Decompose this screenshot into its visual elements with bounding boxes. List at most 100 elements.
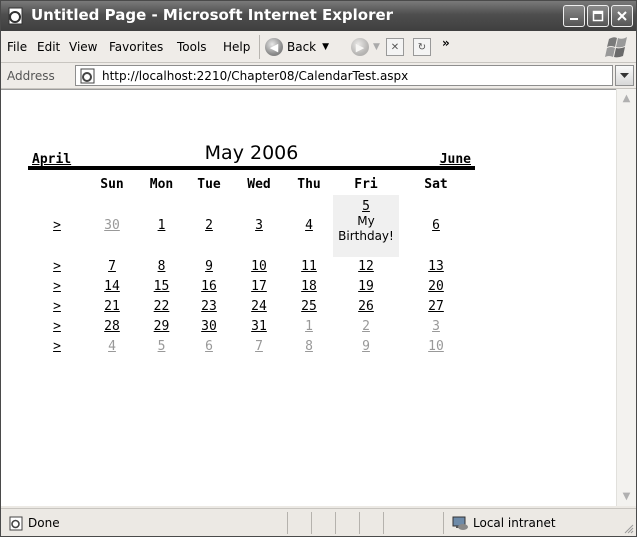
day-link[interactable]: 22 — [154, 299, 170, 314]
week-selector-cell: > — [28, 195, 86, 257]
toolbar-chevron-icon[interactable]: » — [442, 36, 450, 50]
back-button[interactable]: ◀ Back ▼ — [265, 37, 329, 57]
stop-button[interactable]: ✕ — [386, 37, 404, 57]
day-link[interactable]: 25 — [301, 299, 317, 314]
menu-help[interactable]: Help — [223, 40, 250, 54]
select-week-link[interactable]: > — [53, 339, 61, 354]
select-week-link[interactable]: > — [53, 279, 61, 294]
week-selector-cell: > — [28, 297, 86, 317]
day-link[interactable]: 1 — [158, 218, 166, 233]
forward-dropdown-icon[interactable]: ▼ — [373, 42, 380, 52]
day-link[interactable]: 8 — [305, 339, 313, 354]
minimize-button[interactable] — [563, 5, 585, 27]
day-link[interactable]: 6 — [432, 218, 440, 233]
week-row: >7 8 9 10 11 12 13 — [28, 257, 475, 277]
day-link[interactable]: 11 — [301, 259, 317, 274]
day-link[interactable]: 24 — [251, 299, 267, 314]
menu-favorites[interactable]: Favorites — [109, 40, 163, 54]
refresh-button[interactable]: ↻ — [413, 37, 431, 57]
day-link[interactable]: 5 — [158, 339, 166, 354]
day-cell: 1 — [285, 317, 333, 337]
day-cell: 3 — [233, 195, 285, 257]
week-selector-cell: > — [28, 277, 86, 297]
next-month-link[interactable]: June — [440, 152, 471, 167]
maximize-button[interactable] — [587, 5, 609, 27]
forward-button[interactable]: ▶ ▼ — [351, 37, 380, 57]
status-text: Done — [28, 516, 60, 530]
day-cell: 19 — [333, 277, 399, 297]
close-button[interactable] — [611, 5, 633, 27]
day-link[interactable]: 30 — [201, 319, 217, 334]
back-arrow-icon: ◀ — [265, 38, 283, 56]
windows-logo-icon — [605, 37, 627, 58]
day-link[interactable]: 30 — [104, 218, 120, 233]
status-divider — [443, 512, 444, 534]
select-week-link[interactable]: > — [53, 259, 61, 274]
day-cell: 5 My Birthday! — [333, 195, 399, 257]
menu-view[interactable]: View — [69, 40, 97, 54]
back-dropdown-icon[interactable]: ▼ — [322, 42, 329, 52]
day-header: Fri — [354, 177, 378, 192]
address-bar: Address http://localhost:2210/Chapter08/… — [1, 63, 636, 89]
day-link[interactable]: 28 — [104, 319, 120, 334]
address-dropdown-button[interactable] — [615, 65, 634, 86]
day-link[interactable]: 3 — [432, 319, 440, 334]
vertical-scrollbar[interactable]: ▲ ▼ — [616, 89, 636, 506]
day-cell: 14 — [86, 277, 138, 297]
day-link[interactable]: 6 — [205, 339, 213, 354]
day-cell: 3 — [399, 317, 473, 337]
day-link[interactable]: 10 — [251, 259, 267, 274]
day-link[interactable]: 3 — [255, 218, 263, 233]
day-cell: 15 — [138, 277, 185, 297]
day-link[interactable]: 21 — [104, 299, 120, 314]
day-link[interactable]: 15 — [154, 279, 170, 294]
day-cell: 4 — [86, 337, 138, 357]
day-link[interactable]: 4 — [305, 218, 313, 233]
toolbar-separator — [259, 35, 260, 59]
day-link[interactable]: 26 — [358, 299, 374, 314]
day-link[interactable]: 2 — [362, 319, 370, 334]
menu-file[interactable]: File — [7, 40, 27, 54]
day-link[interactable]: 23 — [201, 299, 217, 314]
day-cell: 30 — [185, 317, 233, 337]
address-field[interactable]: http://localhost:2210/Chapter08/Calendar… — [75, 65, 613, 86]
title-bar[interactable]: Untitled Page - Microsoft Internet Explo… — [1, 1, 636, 31]
day-link[interactable]: 12 — [358, 259, 374, 274]
day-link[interactable]: 13 — [428, 259, 444, 274]
day-header: Wed — [247, 177, 271, 192]
day-link[interactable]: 17 — [251, 279, 267, 294]
status-divider — [359, 512, 360, 534]
day-link[interactable]: 14 — [104, 279, 120, 294]
day-link[interactable]: 31 — [251, 319, 267, 334]
select-week-link[interactable]: > — [53, 299, 61, 314]
security-zone-text: Local intranet — [473, 516, 556, 530]
day-link[interactable]: 1 — [305, 319, 313, 334]
day-link[interactable]: 19 — [358, 279, 374, 294]
scroll-down-icon[interactable]: ▼ — [618, 488, 635, 505]
day-link[interactable]: 10 — [428, 339, 444, 354]
address-url[interactable]: http://localhost:2210/Chapter08/Calendar… — [102, 69, 408, 83]
select-week-link[interactable]: > — [53, 319, 61, 334]
day-link[interactable]: 9 — [205, 259, 213, 274]
day-link[interactable]: 2 — [205, 218, 213, 233]
ie-document-icon — [8, 7, 23, 25]
day-link[interactable]: 16 — [201, 279, 217, 294]
day-cell: 23 — [185, 297, 233, 317]
day-link[interactable]: 5 — [362, 199, 370, 214]
day-link[interactable]: 9 — [362, 339, 370, 354]
resize-grip-icon[interactable] — [624, 524, 634, 534]
day-link[interactable]: 7 — [255, 339, 263, 354]
day-link[interactable]: 8 — [158, 259, 166, 274]
day-link[interactable]: 7 — [108, 259, 116, 274]
menu-tools[interactable]: Tools — [177, 40, 207, 54]
menu-edit[interactable]: Edit — [37, 40, 60, 54]
day-link[interactable]: 27 — [428, 299, 444, 314]
prev-month-link[interactable]: April — [32, 152, 71, 167]
select-week-link[interactable]: > — [53, 218, 61, 233]
day-link[interactable]: 29 — [154, 319, 170, 334]
day-cell: 18 — [285, 277, 333, 297]
day-link[interactable]: 20 — [428, 279, 444, 294]
day-link[interactable]: 4 — [108, 339, 116, 354]
scroll-up-icon[interactable]: ▲ — [618, 90, 635, 107]
day-link[interactable]: 18 — [301, 279, 317, 294]
